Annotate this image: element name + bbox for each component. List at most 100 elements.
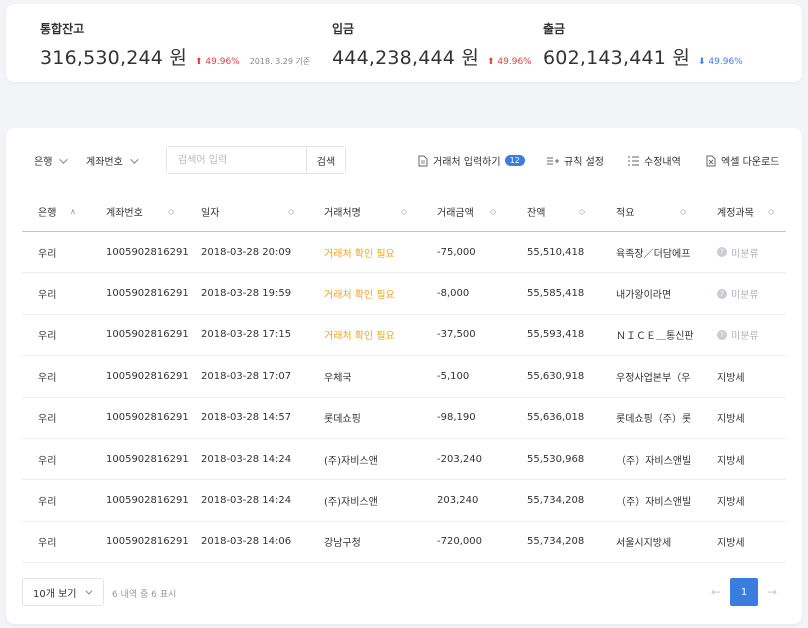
header-memo[interactable]: 적요 <box>616 204 634 219</box>
sort-icon[interactable]: ◇ <box>168 207 174 216</box>
cell-category[interactable]: 지방세 <box>717 369 745 384</box>
cell-account: 1005902816291 <box>106 536 189 548</box>
rule-settings-label: 규칙 설정 <box>564 157 604 168</box>
bank-filter-dropdown[interactable]: 은행 <box>34 153 69 168</box>
table-row[interactable]: 우리 1005902816291 2018-03-28 14:24 (주)자비스… <box>22 480 786 522</box>
toolbar: 은행 계좌번호 검색 거래처 입력하기 12 규칙 설정 <box>6 146 802 176</box>
header-account-category[interactable]: 계정과목 <box>717 204 754 219</box>
balance-amount: 316,530,244 원 <box>40 47 187 69</box>
cell-date: 2018-03-28 14:57 <box>201 412 292 424</box>
table-footer: 10개 보기 6 내역 중 6 표시 ← 1 → <box>22 578 786 608</box>
page-size-label: 10개 보기 <box>33 588 77 600</box>
cell-balance: 55,734,208 <box>527 495 585 507</box>
input-count-badge: 12 <box>504 155 525 166</box>
cell-memo: 우정사업본부（우 <box>616 372 691 384</box>
sort-icon[interactable]: ◇ <box>579 207 585 216</box>
cell-bank: 우리 <box>38 372 57 384</box>
cell-account: 1005902816291 <box>106 453 189 465</box>
page-info: 6 내역 중 6 표시 <box>112 590 177 600</box>
document-icon <box>418 155 428 167</box>
withdraw-change: ⬇ 49.96% <box>698 57 743 67</box>
withdraw-amount: 602,143,441 원 <box>543 47 690 69</box>
table-row[interactable]: 우리 1005902816291 2018-03-28 17:15 거래처 확인… <box>22 315 786 357</box>
category-label: 미분류 <box>731 331 759 343</box>
input-counterparty-label: 거래처 입력하기 <box>433 157 501 168</box>
header-date[interactable]: 일자 <box>201 204 219 219</box>
cell-amount: -75,000 <box>437 246 476 258</box>
header-balance[interactable]: 잔액 <box>527 204 545 219</box>
table-row[interactable]: 우리 1005902816291 2018-03-28 14:06 강남구청 -… <box>22 522 786 564</box>
next-page-icon[interactable]: → <box>758 585 786 599</box>
cell-account: 1005902816291 <box>106 370 189 382</box>
cell-balance: 55,734,208 <box>527 536 585 548</box>
cell-category[interactable]: 지방세 <box>717 534 745 549</box>
list-icon <box>628 156 639 166</box>
cell-date: 2018-03-28 17:15 <box>201 329 292 341</box>
excel-icon <box>706 155 716 167</box>
deposit-change: ⬆ 49.96% <box>487 57 532 67</box>
deposit-amount: 444,238,444 원 <box>332 47 479 69</box>
sort-asc-icon[interactable]: ∧ <box>70 207 76 216</box>
cell-account: 1005902816291 <box>106 246 189 258</box>
table-row[interactable]: 우리 1005902816291 2018-03-28 17:07 우체국 -5… <box>22 356 786 398</box>
sort-icon[interactable]: ◇ <box>768 207 774 216</box>
page-size-dropdown[interactable]: 10개 보기 <box>22 578 104 606</box>
rule-settings-button[interactable]: 규칙 설정 <box>547 153 604 168</box>
table-row[interactable]: 우리 1005902816291 2018-03-28 19:59 거래처 확인… <box>22 273 786 315</box>
header-account[interactable]: 계좌번호 <box>106 204 143 219</box>
cell-amount: -203,240 <box>437 453 482 465</box>
cell-balance: 55,630,918 <box>527 370 585 382</box>
search-button[interactable]: 검색 <box>306 147 345 173</box>
input-counterparty-button[interactable]: 거래처 입력하기 12 <box>418 153 525 168</box>
account-filter-dropdown[interactable]: 계좌번호 <box>86 153 139 168</box>
cell-category[interactable]: 지방세 <box>717 452 745 467</box>
sort-icon[interactable]: ◇ <box>490 207 496 216</box>
cell-counterparty[interactable]: 거래처 확인 필요 <box>324 245 395 260</box>
question-icon: ? <box>717 329 727 340</box>
cell-account: 1005902816291 <box>106 329 189 341</box>
cell-counterparty: (주)자비스앤 <box>324 497 378 509</box>
deposit-label: 입금 <box>332 22 355 36</box>
cell-balance: 55,636,018 <box>527 412 585 424</box>
cell-date: 2018-03-28 17:07 <box>201 370 292 382</box>
edit-history-label: 수정내역 <box>644 157 681 168</box>
transactions-table: 은행 ∧ 계좌번호 ◇ 일자 ◇ 거래처명 ◇ 거래금액 ◇ 잔액 ◇ 적요 ◇… <box>22 192 786 564</box>
search-input[interactable] <box>167 147 306 173</box>
cell-counterparty[interactable]: 거래처 확인 필요 <box>324 286 395 301</box>
table-header: 은행 ∧ 계좌번호 ◇ 일자 ◇ 거래처명 ◇ 거래금액 ◇ 잔액 ◇ 적요 ◇… <box>22 192 786 232</box>
table-row[interactable]: 우리 1005902816291 2018-03-28 14:57 롯데쇼핑 -… <box>22 398 786 439</box>
excel-download-label: 엑셀 다운로드 <box>721 157 780 168</box>
header-bank[interactable]: 은행 <box>38 204 56 219</box>
cell-category[interactable]: ? 미분류 <box>717 245 759 260</box>
cell-amount: -98,190 <box>437 412 476 424</box>
cell-category[interactable]: 지방세 <box>717 493 745 508</box>
cell-date: 2018-03-28 19:59 <box>201 288 292 300</box>
balance-stat: 통합잔고 316,530,244 원 ⬆ 49.96% 2018. 3.29 기… <box>40 20 310 70</box>
chevron-down-icon <box>84 587 92 595</box>
cell-counterparty: (주)자비스앤 <box>324 455 378 467</box>
cell-date: 2018-03-28 14:24 <box>201 495 292 507</box>
header-counterparty[interactable]: 거래처명 <box>324 204 361 219</box>
edit-history-button[interactable]: 수정내역 <box>628 153 681 168</box>
excel-download-button[interactable]: 엑셀 다운로드 <box>706 153 779 168</box>
table-row[interactable]: 우리 1005902816291 2018-03-28 14:24 (주)자비스… <box>22 439 786 481</box>
header-amount[interactable]: 거래금액 <box>437 204 474 219</box>
cell-balance: 55,593,418 <box>527 329 585 341</box>
prev-page-icon[interactable]: ← <box>702 585 730 599</box>
sort-icon[interactable]: ◇ <box>680 207 686 216</box>
cell-account: 1005902816291 <box>106 288 189 300</box>
sort-icon[interactable]: ◇ <box>288 207 294 216</box>
page-button-current[interactable]: 1 <box>730 578 758 606</box>
table-row[interactable]: 우리 1005902816291 2018-03-28 20:09 거래처 확인… <box>22 232 786 274</box>
balance-as-of: 2018. 3.29 기준 <box>249 57 311 66</box>
cell-memo: ＮＩＣＥ＿통신판 <box>616 331 694 343</box>
cell-amount: -8,000 <box>437 288 470 300</box>
cell-category[interactable]: ? 미분류 <box>717 327 759 342</box>
cell-category[interactable]: ? 미분류 <box>717 286 759 301</box>
cell-counterparty: 롯데쇼핑 <box>324 414 361 426</box>
cell-bank: 우리 <box>38 290 57 302</box>
cell-counterparty[interactable]: 거래처 확인 필요 <box>324 327 395 342</box>
sort-icon[interactable]: ◇ <box>401 207 407 216</box>
withdraw-label: 출금 <box>543 22 566 36</box>
cell-category[interactable]: 지방세 <box>717 410 745 425</box>
